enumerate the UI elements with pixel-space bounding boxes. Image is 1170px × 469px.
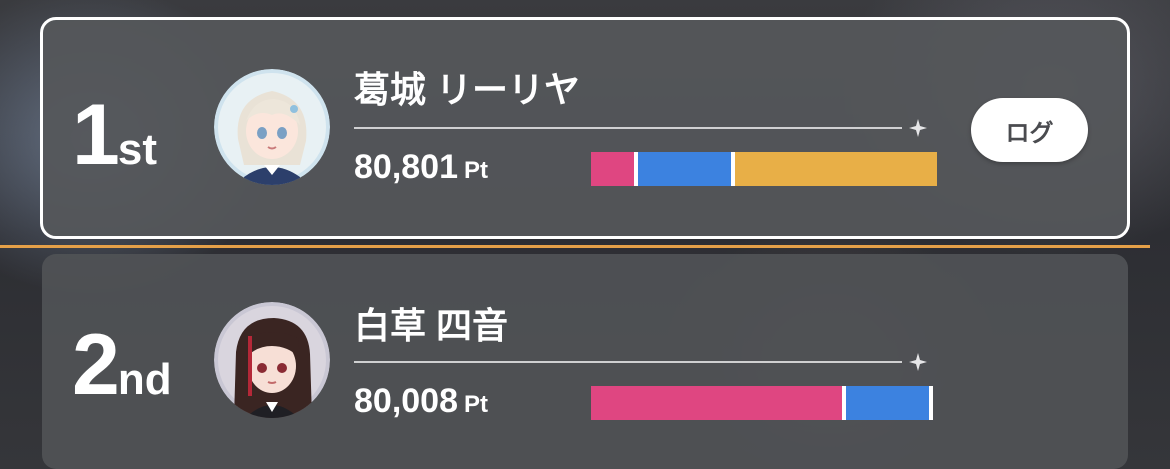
rank-suffix: nd (117, 355, 172, 404)
score-bar-1 (591, 152, 937, 186)
score-bar-2 (591, 386, 933, 420)
rank-divider (0, 245, 1150, 248)
points-unit: Pt (464, 391, 488, 418)
player-name-1: 葛城 リーリヤ (354, 69, 581, 110)
avatar-1 (214, 69, 330, 185)
rank-label-2: 2nd (72, 322, 172, 408)
name-underline-1 (354, 127, 902, 129)
sparkle-icon (909, 353, 927, 371)
rank-number: 2 (72, 317, 120, 413)
bar-segment-pink (591, 152, 638, 186)
bar-segment-pink (591, 386, 846, 420)
points-2: 80,008 Pt (354, 384, 488, 418)
points-value: 80,801 (354, 148, 458, 186)
bar-segment-blue (845, 386, 933, 420)
player-name-2: 白草 四音 (354, 305, 509, 346)
points-value: 80,008 (354, 382, 458, 420)
rank-number: 1 (72, 87, 120, 183)
sparkle-icon (909, 119, 927, 137)
log-button[interactable]: ログ (971, 98, 1088, 162)
avatar-2 (214, 302, 330, 418)
points-1: 80,801 Pt (354, 150, 488, 184)
rank-label-1: 1st (72, 92, 157, 178)
name-underline-2 (354, 361, 902, 363)
bar-segment-orange (734, 152, 937, 186)
points-unit: Pt (464, 157, 488, 184)
rank-suffix: st (117, 125, 157, 174)
bar-segment-blue (637, 152, 735, 186)
